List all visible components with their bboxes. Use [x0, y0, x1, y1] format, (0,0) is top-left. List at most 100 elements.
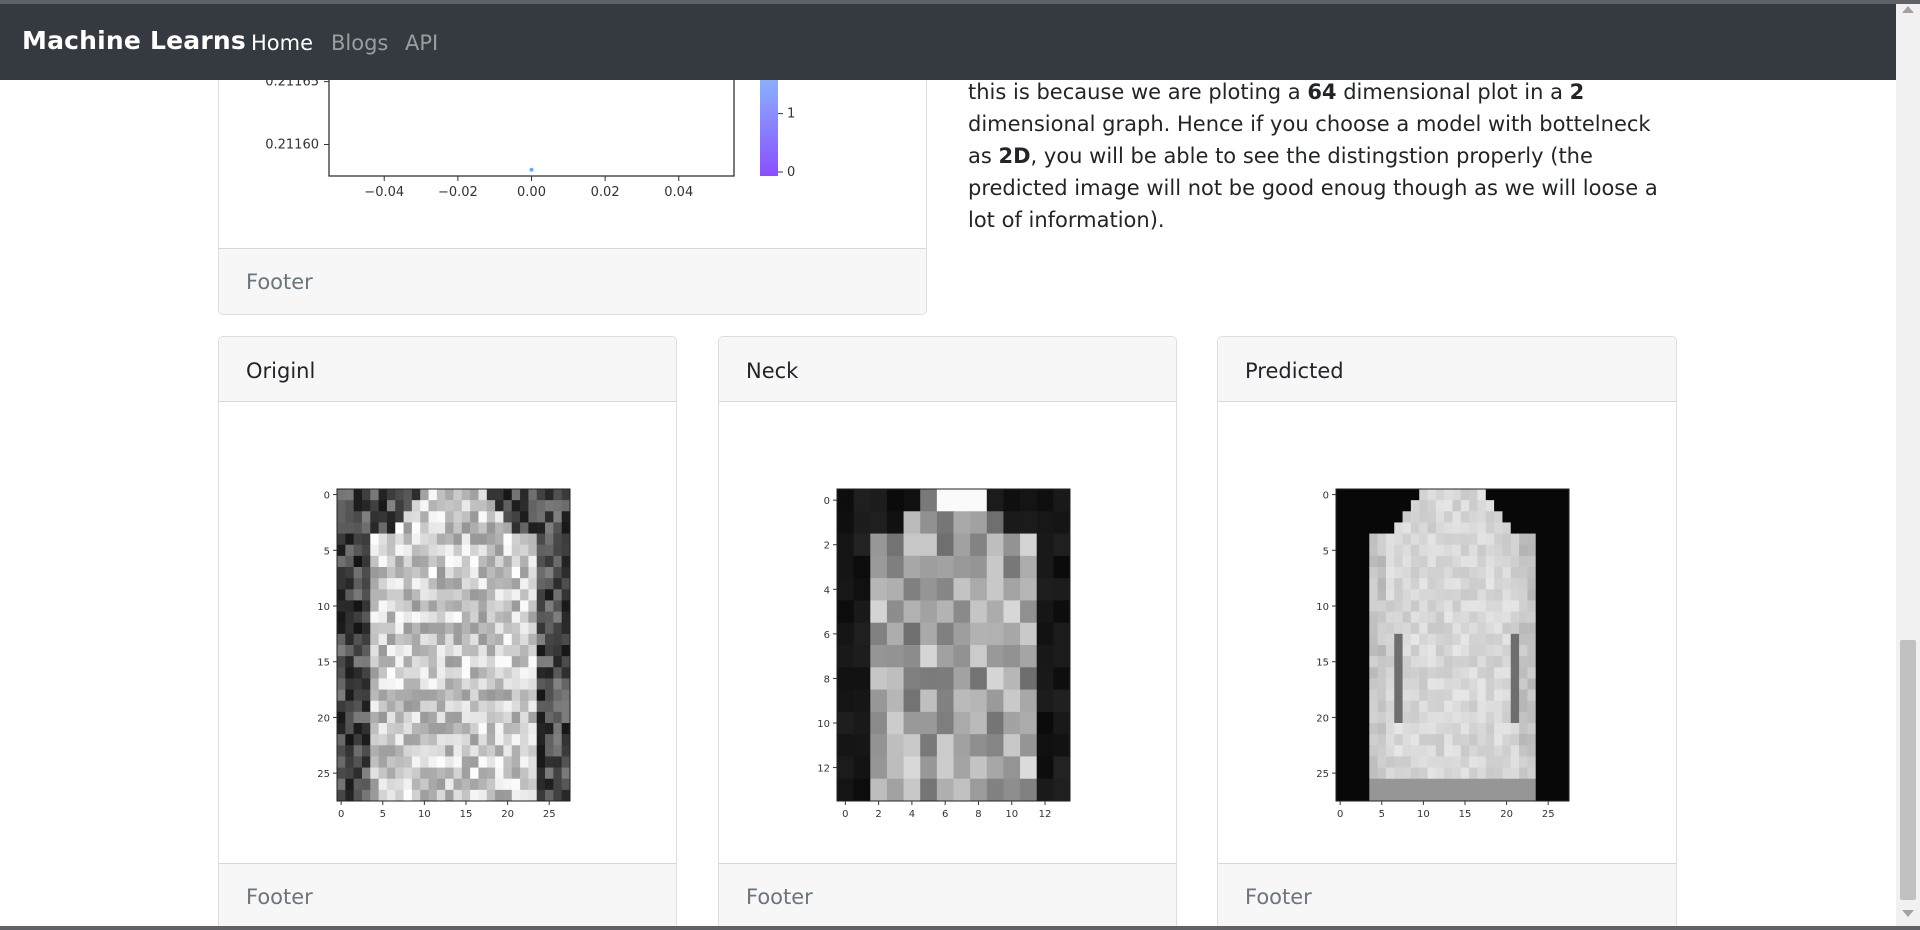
image-pixel [870, 756, 888, 780]
image-pixel [370, 745, 380, 757]
image-pixel [1477, 767, 1487, 780]
image-pixel [411, 778, 421, 791]
image-pixel [1003, 711, 1021, 735]
image-pixel [445, 778, 454, 791]
image-pixel [370, 656, 380, 668]
image-pixel [1560, 678, 1570, 691]
image-pixel [386, 522, 396, 535]
image-pixel [1477, 745, 1487, 757]
image-pixel [486, 645, 496, 657]
image-pixel [1003, 511, 1021, 535]
brand-logo[interactable]: Machine Learns [22, 26, 246, 55]
image-pixel [486, 544, 496, 557]
image-pixel [1535, 778, 1545, 791]
image-pixel [1444, 544, 1453, 557]
scroll-up-arrow-icon[interactable] [1902, 6, 1914, 13]
image-pixel [1352, 500, 1362, 512]
image-pixel [1402, 611, 1412, 624]
image-pixel [353, 522, 363, 535]
image-pixel [1485, 778, 1495, 791]
image-pixel [503, 567, 513, 579]
image-pixel [953, 622, 971, 646]
image-pixel [1410, 700, 1420, 713]
image-pixel [345, 500, 355, 512]
image-pixel [1444, 767, 1453, 780]
image-pixel [361, 500, 371, 512]
image-pixel [1435, 500, 1445, 512]
scroll-down-arrow-icon[interactable] [1902, 910, 1914, 917]
nav-link-api[interactable]: API [405, 31, 438, 55]
x-tick-label: 0.00 [517, 185, 546, 200]
image-pixel [1510, 678, 1520, 691]
image-pixel [436, 511, 446, 523]
image-pixel [361, 589, 371, 601]
image-pixel [1485, 667, 1495, 679]
nav-link-blogs[interactable]: Blogs [331, 31, 388, 55]
image-pixel [1469, 511, 1478, 523]
image-pixel [361, 756, 371, 769]
image-pixel [495, 789, 504, 802]
image-pixel [1402, 678, 1412, 691]
image-pixel [478, 600, 488, 613]
image-pixel [1427, 489, 1437, 501]
page-scrollbar[interactable] [1896, 0, 1920, 926]
image-pixel [345, 789, 355, 802]
image-pixel [511, 489, 521, 501]
image-pixel [495, 589, 504, 601]
image-pixel [1444, 622, 1453, 635]
image-pixel [453, 689, 463, 702]
image-pixel [953, 533, 971, 557]
image-pixel [1036, 533, 1054, 557]
image-pixel [1385, 789, 1395, 802]
image-pixel [1519, 667, 1528, 679]
image-pixel [1560, 756, 1570, 769]
image-pixel [1460, 511, 1470, 523]
image-pixel [1460, 622, 1470, 635]
image-pixel [345, 567, 355, 579]
image-pixel [1552, 489, 1562, 501]
image-pixel [1527, 711, 1537, 724]
image-pixel [1344, 500, 1354, 512]
image-pixel [403, 723, 413, 735]
image-pixel [353, 745, 363, 757]
image-pixel [345, 667, 355, 679]
image-pixel [428, 711, 438, 724]
image-pixel [1560, 600, 1570, 613]
image-pixel [1477, 578, 1487, 590]
image-pixel [1427, 611, 1437, 624]
y-tick-label: 10 [317, 602, 330, 613]
image-pixel [853, 711, 871, 735]
image-pixel [1394, 767, 1404, 780]
image-pixel [1419, 622, 1429, 635]
image-pixel [1502, 778, 1512, 791]
image-pixel [420, 734, 430, 746]
image-pixel [370, 756, 380, 769]
image-pixel [1552, 656, 1562, 668]
image-pixel [345, 544, 355, 557]
image-pixel [1377, 522, 1387, 535]
image-pixel [1419, 489, 1429, 501]
image-pixel [1394, 600, 1404, 613]
image-pixel [345, 633, 355, 646]
image-pixel [337, 511, 346, 523]
para-text-2: dimensional plot in a [1336, 80, 1570, 104]
image-pixel [553, 767, 563, 780]
image-pixel [1352, 723, 1362, 735]
image-pixel [520, 756, 529, 769]
image-pixel [1510, 734, 1520, 746]
image-pixel [411, 667, 421, 679]
image-pixel [1377, 589, 1387, 601]
image-pixel [1410, 689, 1420, 702]
image-pixel [970, 533, 988, 557]
image-pixel [545, 734, 554, 746]
image-pixel [1377, 555, 1387, 568]
image-pixel [970, 489, 988, 512]
scroll-thumb[interactable] [1900, 640, 1916, 900]
image-pixel [478, 544, 488, 557]
nav-link-home[interactable]: Home [251, 31, 313, 55]
image-pixel [1360, 645, 1370, 657]
image-pixel [337, 778, 346, 791]
image-pixel [1410, 711, 1420, 724]
image-pixel [1053, 511, 1071, 535]
image-pixel [411, 600, 421, 613]
